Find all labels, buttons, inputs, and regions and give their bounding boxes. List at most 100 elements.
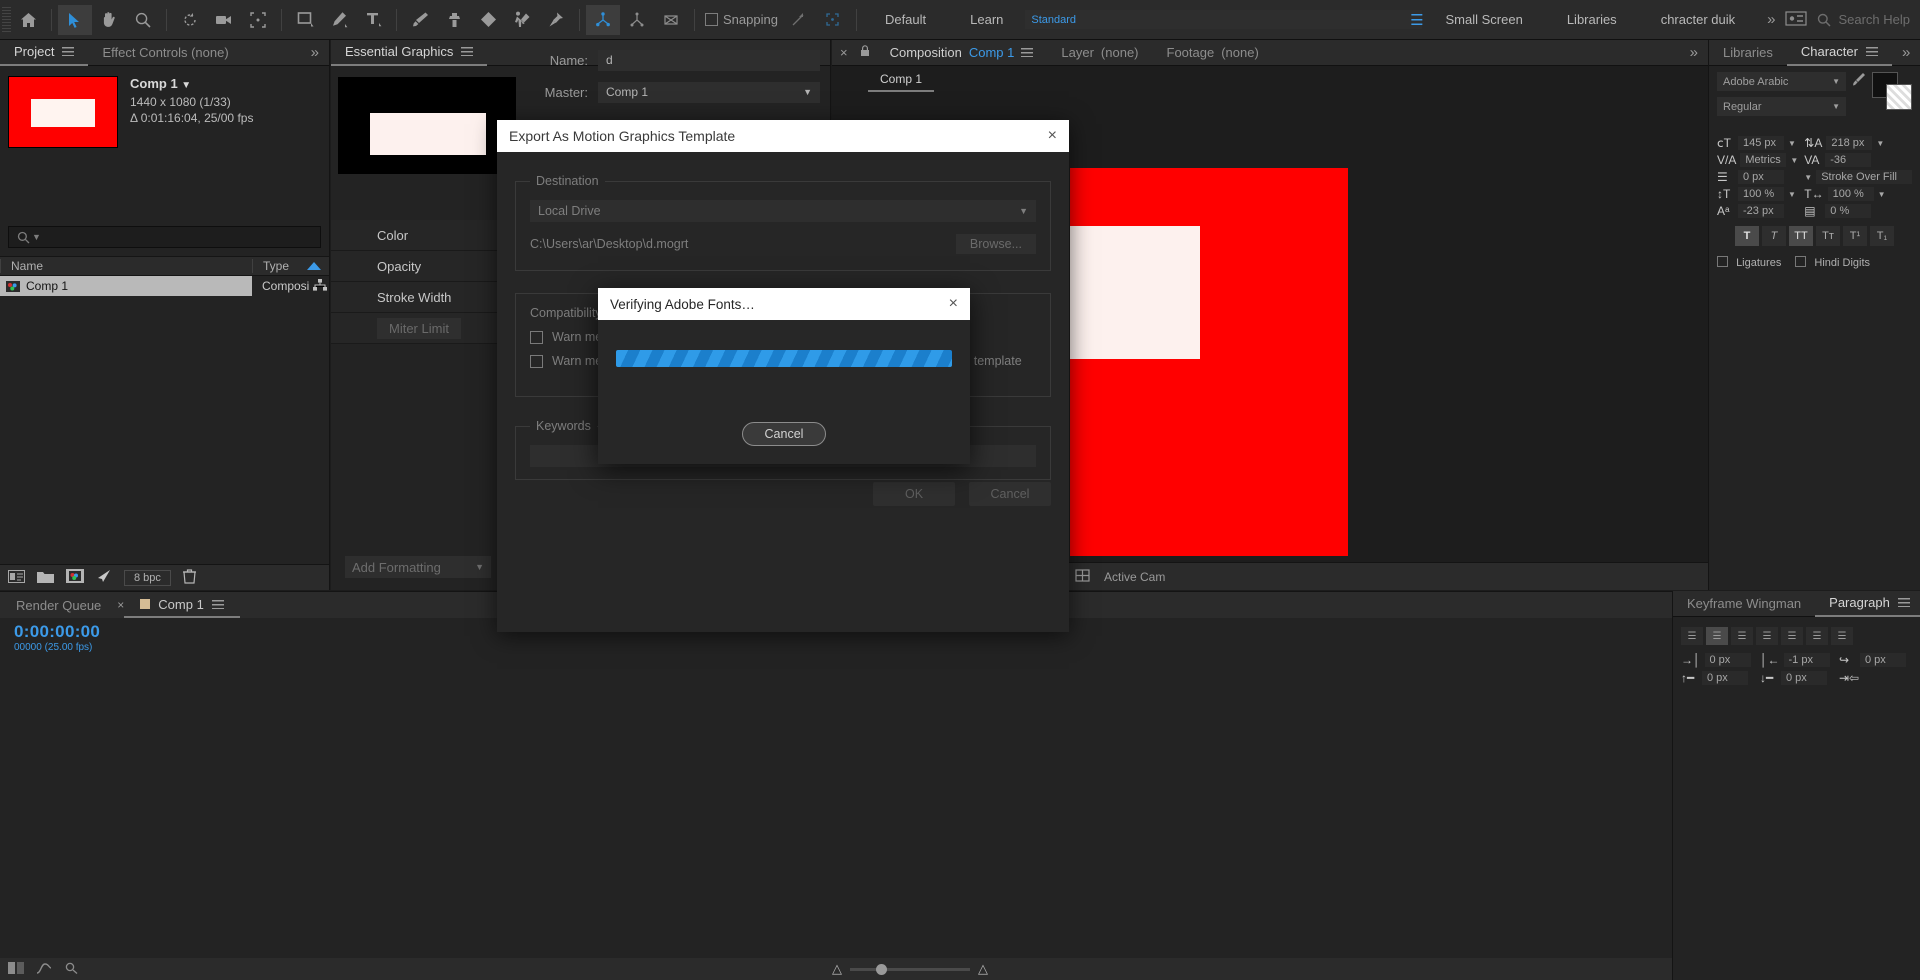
chevron-down-icon[interactable]: ▼: [1832, 102, 1840, 111]
snapping-toggle[interactable]: Snapping: [701, 12, 782, 27]
camera-tool-icon[interactable]: [207, 5, 241, 35]
composition-subtab-comp1[interactable]: Comp 1: [868, 70, 935, 92]
align-left-icon[interactable]: ☰: [1681, 627, 1703, 645]
toolbar-grip[interactable]: [2, 6, 11, 33]
indent-right-field[interactable]: │← -1 px: [1760, 653, 1833, 667]
eyedropper-icon[interactable]: [1852, 72, 1866, 91]
sort-ascending-icon[interactable]: [307, 259, 321, 273]
active-camera-label[interactable]: Active Cam: [1104, 570, 1165, 584]
faux-bold-button[interactable]: T: [1735, 226, 1759, 246]
rotation-tool-icon[interactable]: [173, 5, 207, 35]
ligatures-checkbox[interactable]: [1717, 256, 1728, 267]
destination-select[interactable]: Local Drive ▼: [530, 200, 1036, 222]
snap-bounding-box-icon[interactable]: [816, 5, 850, 35]
home-icon[interactable]: [11, 5, 45, 35]
new-composition-icon[interactable]: [8, 569, 25, 586]
panel-menu-icon[interactable]: [62, 47, 75, 56]
zoom-slider-handle[interactable]: [876, 963, 887, 975]
workspace-standard[interactable]: Standard: [1025, 10, 1423, 29]
vertical-scale-field[interactable]: ↕T 100 % ▼: [1717, 187, 1798, 201]
composition-hierarchy-icon[interactable]: [313, 278, 328, 294]
chevron-down-icon[interactable]: ▼: [1878, 190, 1886, 199]
justify-last-right-icon[interactable]: ☰: [1806, 627, 1828, 645]
transparency-grid-icon[interactable]: [1075, 568, 1090, 585]
hindi-digits-checkbox[interactable]: [1795, 256, 1807, 267]
graph-editor-icon[interactable]: [36, 962, 52, 977]
pen-tool-icon[interactable]: [322, 5, 356, 35]
close-icon[interactable]: ×: [117, 598, 124, 612]
tab-effect-controls[interactable]: Effect Controls (none): [88, 40, 242, 66]
tab-composition[interactable]: Composition Comp 1: [876, 40, 1048, 66]
zoom-out-icon[interactable]: △: [832, 961, 842, 977]
browse-button[interactable]: Browse...: [955, 234, 1036, 254]
all-caps-button[interactable]: TT: [1789, 226, 1813, 246]
stroke-color-swatch[interactable]: [1886, 84, 1912, 110]
project-row-comp1[interactable]: Comp 1 Composi: [0, 276, 329, 296]
font-size-field[interactable]: ⅽT 145 px ▼: [1717, 136, 1798, 150]
workspace-learn[interactable]: Learn: [948, 12, 1025, 27]
tsume-field[interactable]: ▤ 0 %: [1804, 204, 1912, 218]
search-help-field[interactable]: Search Help: [1817, 12, 1910, 27]
indent-first-line-field[interactable]: ↪ 0 px: [1839, 653, 1912, 667]
selection-tool-icon[interactable]: [58, 4, 92, 35]
space-after-field[interactable]: ↓━ 0 px: [1760, 671, 1833, 685]
workspace-default[interactable]: Default: [863, 12, 948, 27]
justify-all-icon[interactable]: ☰: [1831, 627, 1853, 645]
brush-tool-icon[interactable]: [403, 5, 437, 35]
puppet-pin-tool-icon[interactable]: [539, 5, 573, 35]
workspace-overflow-icon[interactable]: »: [1757, 11, 1785, 28]
bit-depth-button[interactable]: 8 bpc: [124, 569, 171, 586]
project-panel-overflow-icon[interactable]: »: [301, 44, 329, 61]
delete-icon[interactable]: [182, 568, 196, 587]
warn-unsupported-effects-checkbox[interactable]: [530, 355, 543, 368]
column-name[interactable]: Name: [0, 259, 252, 273]
workspace-libraries[interactable]: Libraries: [1545, 12, 1639, 27]
project-row-name[interactable]: Comp 1: [0, 276, 252, 296]
space-before-field[interactable]: ↑━ 0 px: [1681, 671, 1754, 685]
panel-menu-icon[interactable]: [211, 599, 224, 609]
chevron-down-icon[interactable]: ▼: [1876, 139, 1884, 148]
roto-brush-tool-icon[interactable]: [505, 5, 539, 35]
eraser-tool-icon[interactable]: [471, 5, 505, 35]
add-formatting-dropdown[interactable]: Add Formatting ▼: [345, 556, 491, 578]
tab-libraries[interactable]: Libraries: [1709, 40, 1787, 66]
workspace-chracter-duik[interactable]: chracter duik: [1639, 12, 1757, 27]
tab-timeline-comp1[interactable]: Comp 1: [124, 592, 240, 618]
chevron-down-icon[interactable]: ▼: [1788, 139, 1796, 148]
justify-last-left-icon[interactable]: ☰: [1756, 627, 1778, 645]
superscript-button[interactable]: T¹: [1843, 226, 1867, 246]
align-right-icon[interactable]: ☰: [1731, 627, 1753, 645]
verify-cancel-button[interactable]: Cancel: [742, 422, 826, 446]
faux-italic-button[interactable]: T: [1762, 226, 1786, 246]
font-family-select[interactable]: Adobe Arabic ▼: [1717, 72, 1846, 91]
world-axis-mode-icon[interactable]: [620, 5, 654, 35]
close-icon[interactable]: ×: [949, 296, 958, 312]
chevron-down-icon[interactable]: ▼: [475, 562, 484, 572]
horizontal-scale-field[interactable]: T↔ 100 % ▼: [1804, 187, 1912, 201]
verifying-adobe-fonts-modal[interactable]: Verifying Adobe Fonts… × Cancel: [598, 288, 970, 464]
chevron-down-icon[interactable]: ▼: [1788, 190, 1796, 199]
local-axis-mode-icon[interactable]: [586, 4, 620, 35]
tab-essential-graphics[interactable]: Essential Graphics: [331, 40, 488, 66]
toggle-switches-modes-icon[interactable]: [8, 961, 24, 977]
align-center-icon[interactable]: ☰: [1706, 627, 1728, 645]
tab-footage[interactable]: Footage (none): [1153, 40, 1273, 66]
stroke-order-field[interactable]: ▼ Stroke Over Fill: [1804, 170, 1913, 184]
small-caps-button[interactable]: Tᴛ: [1816, 226, 1840, 246]
panel-menu-icon[interactable]: [1865, 47, 1878, 56]
leading-field[interactable]: ⇅A 218 px ▼: [1804, 136, 1912, 150]
clone-stamp-tool-icon[interactable]: [437, 5, 471, 35]
panel-menu-icon[interactable]: [1897, 598, 1910, 607]
subscript-button[interactable]: T₁: [1870, 226, 1894, 246]
workspace-settings-icon[interactable]: [1785, 10, 1808, 29]
timeline-zoom-slider[interactable]: △ △: [832, 961, 988, 977]
tab-render-queue[interactable]: Render Queue: [0, 598, 117, 613]
cancel-button[interactable]: Cancel: [969, 482, 1051, 506]
tab-layer[interactable]: Layer (none): [1047, 40, 1152, 66]
tracking-field[interactable]: VA -36: [1804, 153, 1912, 167]
tab-keyframe-wingman[interactable]: Keyframe Wingman: [1673, 591, 1815, 617]
new-folder-icon[interactable]: [37, 570, 54, 586]
project-settings-icon[interactable]: [66, 569, 84, 586]
chevron-down-icon[interactable]: ▼: [181, 80, 191, 91]
anchor-point-tool-icon[interactable]: [241, 5, 275, 35]
